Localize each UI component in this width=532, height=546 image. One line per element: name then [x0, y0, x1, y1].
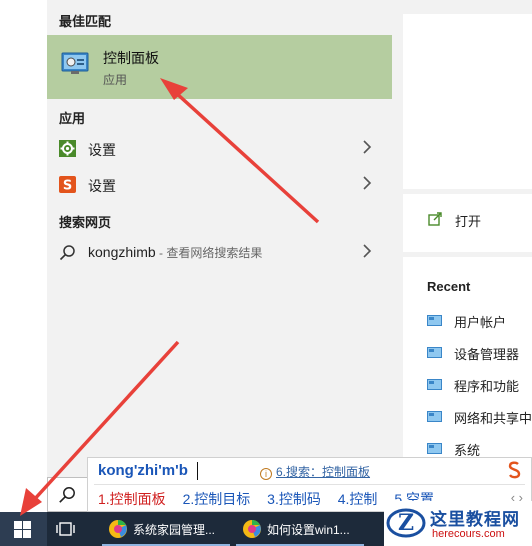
recent-item-label: 网络和共享中 [454, 411, 532, 426]
web-search-label: kongzhimb - 查看网络搜索结果 [88, 244, 262, 261]
gear-icon [59, 140, 76, 157]
ime-candidate[interactable]: 4.控制 [338, 491, 378, 507]
search-results-panel: 最佳匹配 控制面板 应用 应用 设置 S 设置 搜索网页 kongzhimb -… [47, 0, 392, 512]
recent-item[interactable]: 设备管理器 [427, 343, 532, 365]
app-result-sogou-settings[interactable]: S 设置 [47, 168, 392, 202]
recent-item[interactable]: 用户帐户 [427, 311, 532, 333]
site-watermark: Z 这里教程网 herecours.com [384, 501, 532, 546]
desktop-background [0, 0, 47, 512]
recent-item-label: 设备管理器 [454, 347, 520, 362]
recent-item[interactable]: 网络和共享中 [427, 407, 532, 429]
best-match-header: 最佳匹配 [59, 14, 112, 29]
svg-text:Z: Z [398, 510, 414, 536]
chevron-right-icon[interactable] [362, 140, 372, 154]
web-search-header: 搜索网页 [59, 215, 112, 230]
text-caret [197, 462, 198, 480]
web-search-result[interactable]: kongzhimb - 查看网络搜索结果 [47, 236, 392, 270]
sogou-logo-icon [508, 461, 521, 479]
svg-text:S: S [63, 179, 72, 194]
web-search-hint: - 查看网络搜索结果 [155, 246, 263, 260]
preview-actions: 打开 [403, 194, 532, 252]
control-panel-icon [427, 411, 442, 422]
taskbar-app-browser-2[interactable]: 如何设置win1... [236, 512, 364, 546]
taskbar-search-box[interactable] [47, 477, 87, 512]
ime-divider [94, 484, 525, 485]
control-panel-icon [427, 379, 442, 390]
browser-icon [109, 520, 127, 538]
control-panel-icon [427, 315, 442, 326]
web-search-query: kongzhimb [88, 244, 156, 260]
best-match-subtitle: 应用 [103, 73, 128, 87]
ime-candidate[interactable]: 3.控制码 [267, 491, 321, 507]
control-panel-icon [427, 443, 442, 454]
ime-candidate[interactable]: 2.控制目标 [183, 491, 251, 507]
ime-search-suggestion-label: 6.搜索：控制面板 [276, 465, 371, 479]
preview-header-card [403, 14, 532, 189]
open-icon [428, 212, 442, 226]
site-logo-icon: Z [386, 508, 426, 538]
browser-icon [243, 520, 261, 538]
recent-title: Recent [427, 279, 471, 294]
taskbar-app-label: 如何设置win1... [267, 523, 350, 537]
ime-composition-text: kong'zhi'm'b [98, 462, 188, 479]
taskbar-app-browser-1[interactable]: 系统家园管理... [102, 512, 230, 546]
apps-header: 应用 [59, 111, 86, 126]
recent-item-label: 用户帐户 [454, 315, 507, 330]
ime-search-suggestion[interactable]: i 6.搜索：控制面板 [260, 463, 370, 480]
taskbar-app-label: 系统家园管理... [133, 523, 216, 537]
best-match-control-panel[interactable]: 控制面板 应用 [47, 35, 392, 99]
chevron-right-icon[interactable] [362, 176, 372, 190]
start-button[interactable] [0, 512, 47, 546]
watermark-title: 这里教程网 [430, 510, 520, 529]
ime-candidate[interactable]: 1.控制面板 [98, 491, 166, 507]
open-label: 打开 [455, 214, 482, 229]
control-panel-icon [427, 347, 442, 358]
windows-logo-icon [14, 521, 31, 538]
app-result-settings[interactable]: 设置 [47, 132, 392, 166]
app-result-label: 设置 [88, 142, 116, 158]
sogou-s-icon: S [59, 176, 76, 193]
best-match-title: 控制面板 [103, 50, 159, 66]
app-result-label: 设置 [88, 178, 116, 194]
watermark-url: herecours.com [432, 528, 505, 540]
chevron-right-icon[interactable] [362, 244, 372, 258]
info-icon: i [260, 468, 272, 480]
recent-item-label: 程序和功能 [454, 379, 520, 394]
control-panel-icon [61, 52, 89, 74]
search-icon [59, 487, 75, 503]
search-icon [59, 245, 75, 261]
task-view-icon[interactable] [56, 520, 76, 538]
recent-item[interactable]: 程序和功能 [427, 375, 532, 397]
